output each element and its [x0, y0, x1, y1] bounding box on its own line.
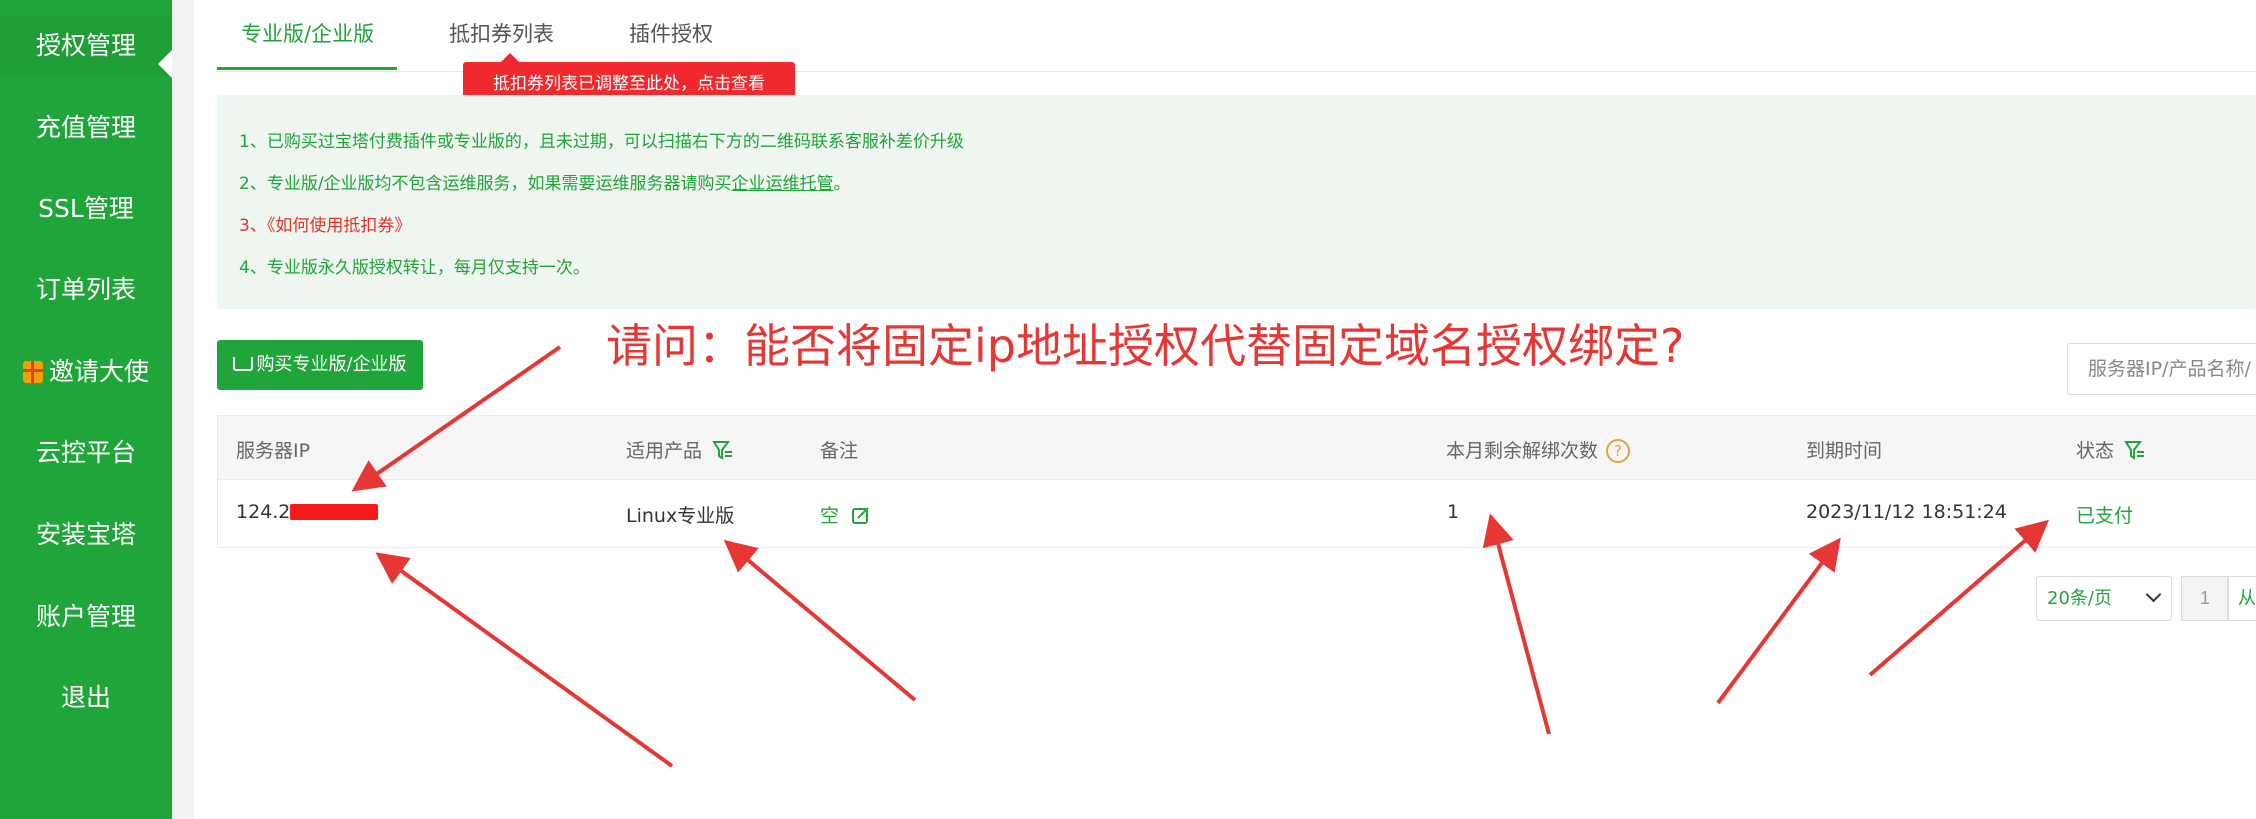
chevron-down-icon [2145, 586, 2162, 603]
sidebar-item-ssl[interactable]: SSL管理 [0, 179, 172, 239]
tab-plugin-license[interactable]: 插件授权 [629, 18, 713, 48]
sidebar-item-label: 授权管理 [35, 31, 136, 60]
cell-status: 已支付 [2076, 505, 2134, 527]
filter-icon[interactable] [2124, 439, 2146, 461]
note-value: 空 [820, 505, 840, 527]
col-header-ip: 服务器IP [236, 440, 311, 462]
sidebar-item-cloud-control[interactable]: 云控平台 [0, 423, 172, 483]
edit-icon[interactable] [851, 506, 870, 525]
notice-text: 2、专业版/企业版均不包含运维服务，如果需要运维服务器请购买 [239, 174, 732, 194]
sidebar-item-label: 安装宝塔 [35, 520, 136, 549]
tab-coupons[interactable]: 抵扣券列表 [449, 18, 554, 48]
help-icon[interactable]: ? [1606, 439, 1631, 463]
ip-value: 124.2 [236, 501, 291, 523]
cell-unbind-left: 1 [1447, 501, 1460, 523]
managed-ops-link[interactable]: 企业运维托管 [732, 174, 834, 194]
notice-line-2: 2、专业版/企业版均不包含运维服务，如果需要运维服务器请购买企业运维托管。 [239, 169, 851, 194]
sidebar-item-label: SSL管理 [38, 194, 134, 223]
table-header: 服务器IP 适用产品 备注 本月剩余解绑次数? 到期时间 状态 [218, 416, 2256, 480]
cell-ip: 124.2 [236, 501, 379, 523]
coupon-howto-link[interactable]: 3、《如何使用抵扣券》 [239, 211, 411, 236]
sidebar-item-recharge[interactable]: 充值管理 [0, 98, 172, 158]
sidebar-item-account[interactable]: 账户管理 [0, 587, 172, 647]
col-header-note: 备注 [820, 440, 859, 462]
col-header-label: 状态 [2076, 440, 2115, 462]
cell-product: Linux专业版 [626, 505, 735, 527]
col-header-expire: 到期时间 [1806, 440, 1883, 462]
col-header-unbind: 本月剩余解绑次数? [1446, 436, 1631, 463]
sidebar-item-label: 邀请大使 [48, 357, 149, 386]
buy-pro-label: 购买专业版/企业版 [256, 354, 407, 375]
notice-line-1: 1、已购买过宝塔付费插件或专业版的，且未过期，可以扫描右下方的二维码联系客服补差… [239, 132, 964, 152]
notice-box: 1、已购买过宝塔付费插件或专业版的，且未过期，可以扫描右下方的二维码联系客服补差… [217, 95, 2256, 309]
active-tab-underline [217, 67, 397, 70]
sidebar-item-license[interactable]: 授权管理 [0, 16, 172, 78]
annotation-question: 请问：能否将固定ip地址授权代替固定域名授权绑定? [606, 319, 1685, 373]
page-number-current[interactable]: 1 [2181, 576, 2229, 621]
page-size-select[interactable]: 20条/页 [2036, 576, 2172, 621]
annotation-arrow [723, 539, 917, 702]
notice-text: 。 [833, 174, 851, 194]
cell-note[interactable]: 空 [820, 501, 870, 528]
col-header-label: 本月剩余解绑次数 [1446, 440, 1599, 462]
annotation-arrow [375, 552, 674, 768]
col-header-status[interactable]: 状态 [2076, 436, 2146, 463]
page-size-value: 20条/页 [2047, 588, 2112, 609]
sidebar-item-label: 订单列表 [35, 275, 136, 304]
cell-expire: 2023/11/12 18:51:24 [1806, 501, 2007, 523]
sidebar-item-label: 退出 [60, 683, 111, 712]
sidebar-item-invite[interactable]: 邀请大使 [0, 342, 172, 402]
annotation-arrow [1482, 513, 1551, 735]
notice-line-4: 4、专业版永久版授权转让，每月仅支持一次。 [239, 258, 590, 278]
sidebar-gutter [172, 0, 194, 819]
buy-pro-button[interactable]: 购买专业版/企业版 [217, 340, 423, 390]
cart-icon [233, 357, 254, 371]
annotation-arrow [1716, 537, 1841, 705]
redaction-mark [290, 504, 379, 520]
active-indicator [158, 50, 172, 78]
sidebar: 授权管理 充值管理 SSL管理 订单列表 邀请大使 云控平台 安装宝塔 账户管理… [0, 0, 172, 819]
col-header-product[interactable]: 适用产品 [626, 436, 734, 463]
sidebar-item-install[interactable]: 安装宝塔 [0, 505, 172, 565]
tab-pro-enterprise[interactable]: 专业版/企业版 [241, 18, 374, 48]
gift-icon [22, 361, 43, 383]
search-input[interactable]: 服务器IP/产品名称/ [2067, 343, 2256, 395]
sidebar-item-label: 账户管理 [35, 602, 136, 631]
filter-icon[interactable] [712, 439, 734, 461]
sidebar-item-label: 充值管理 [35, 113, 136, 142]
col-header-label: 适用产品 [626, 440, 703, 462]
sidebar-item-logout[interactable]: 退出 [0, 668, 172, 728]
sidebar-item-label: 云控平台 [35, 438, 136, 467]
license-table: 服务器IP 适用产品 备注 本月剩余解绑次数? 到期时间 状态 124.2 Li… [217, 415, 2256, 548]
page-from-label[interactable]: 从 [2227, 576, 2256, 621]
sidebar-item-orders[interactable]: 订单列表 [0, 260, 172, 320]
